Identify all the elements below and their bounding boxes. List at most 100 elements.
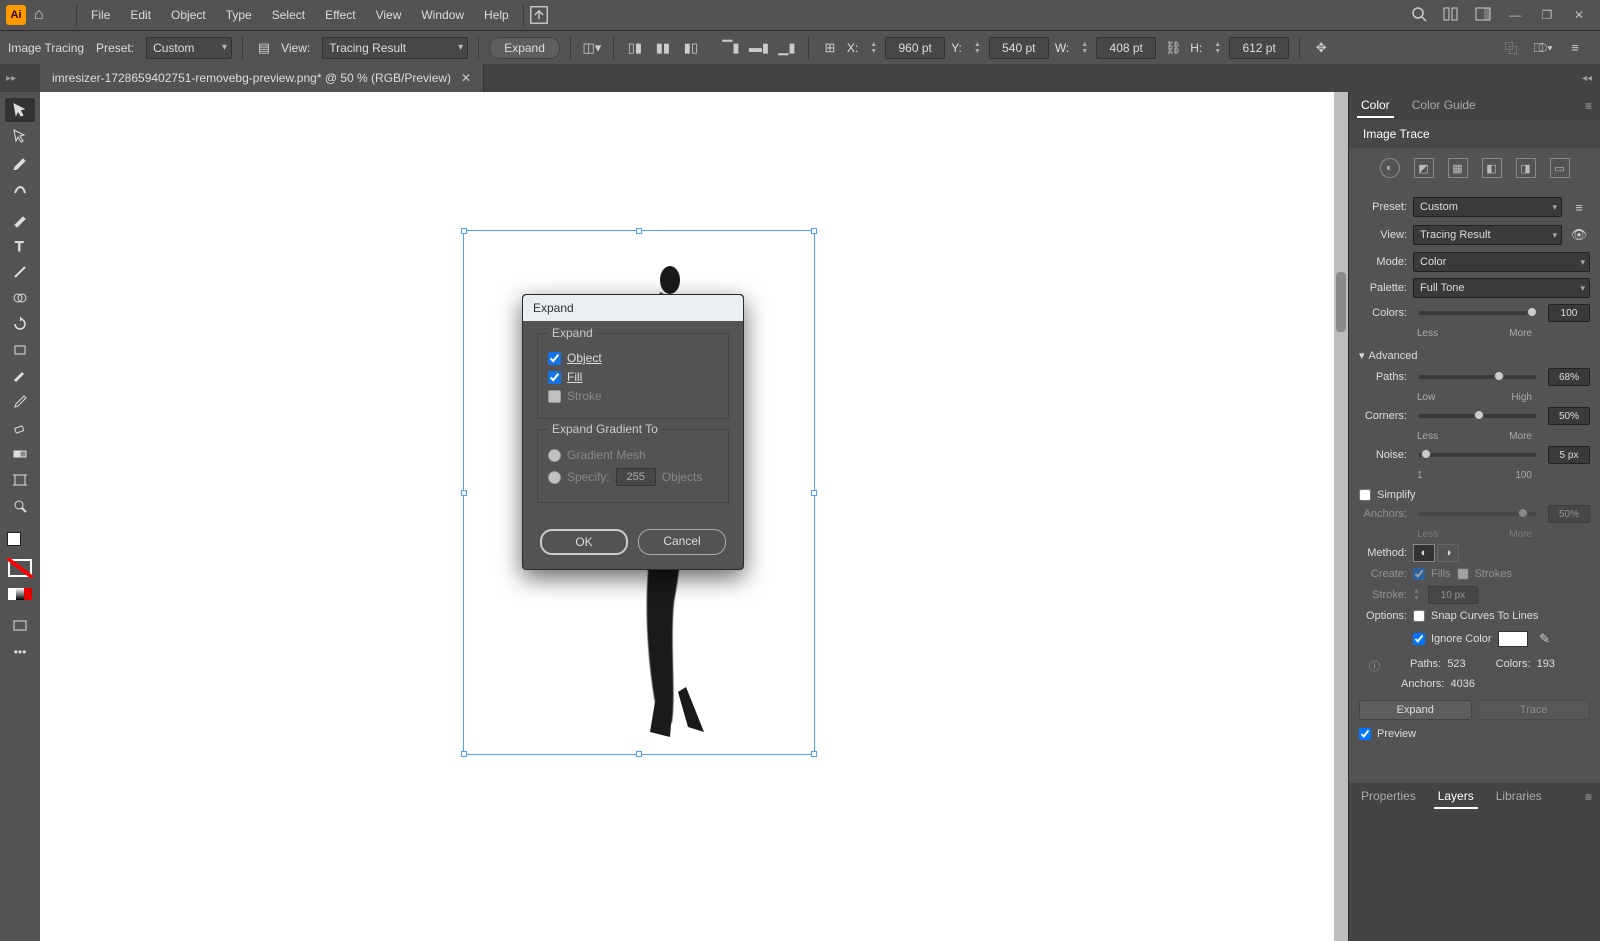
x-spinner[interactable]: ▲▼	[870, 41, 877, 55]
align-top-icon[interactable]: ▔▮	[720, 37, 742, 59]
menu-view[interactable]: View	[366, 0, 412, 30]
line-tool[interactable]	[5, 260, 35, 284]
it-paths-value[interactable]: 68%	[1548, 368, 1590, 386]
arrange-icon[interactable]	[1442, 6, 1460, 25]
rotate-tool[interactable]	[5, 312, 35, 336]
menu-help[interactable]: Help	[474, 0, 519, 30]
type-tool[interactable]: T	[5, 234, 35, 258]
simplify-checkbox[interactable]	[1359, 489, 1371, 501]
color-mode-swatch[interactable]	[5, 582, 35, 606]
it-colors-value[interactable]: 100	[1548, 304, 1590, 322]
align-middle-icon[interactable]: ▬▮	[748, 37, 770, 59]
preset-gray-icon[interactable]: ◧	[1482, 158, 1502, 178]
menu-edit[interactable]: Edit	[120, 0, 161, 30]
preset-bw-icon[interactable]: ◨	[1516, 158, 1536, 178]
x-input[interactable]: 960 pt	[885, 37, 945, 59]
it-corners-value[interactable]: 50%	[1548, 407, 1590, 425]
preview-checkbox[interactable]	[1359, 728, 1371, 740]
advanced-toggle[interactable]: ▾ Advanced	[1359, 349, 1590, 362]
menu-effect[interactable]: Effect	[315, 0, 365, 30]
it-noise-slider[interactable]	[1419, 453, 1536, 457]
search-icon[interactable]	[1410, 6, 1428, 25]
tab-color-guide[interactable]: Color Guide	[1408, 94, 1480, 118]
document-tab[interactable]: imresizer-1728659402751-removebg-preview…	[40, 64, 484, 92]
it-colors-slider[interactable]	[1419, 311, 1536, 315]
w-spinner[interactable]: ▲▼	[1081, 41, 1088, 55]
tab-properties[interactable]: Properties	[1357, 785, 1420, 809]
window-restore[interactable]: ❐	[1538, 8, 1556, 22]
share-icon[interactable]	[528, 4, 550, 26]
preset-auto-icon[interactable]: ◐	[1380, 158, 1400, 178]
expand-fill-checkbox[interactable]	[548, 371, 561, 384]
direct-selection-tool[interactable]	[5, 124, 35, 148]
vertical-scrollbar[interactable]	[1334, 92, 1348, 941]
menu-type[interactable]: Type	[216, 0, 262, 30]
rectangle-tool[interactable]	[5, 338, 35, 362]
it-preset-select[interactable]: Custom	[1413, 197, 1562, 217]
menu-file[interactable]: File	[81, 0, 120, 30]
y-spinner[interactable]: ▲▼	[974, 41, 981, 55]
trace-panel-toggle-icon[interactable]: ▤	[253, 37, 275, 59]
document-tab-close-icon[interactable]: ✕	[461, 71, 471, 85]
tab-image-trace[interactable]: Image Trace	[1359, 123, 1434, 145]
w-input[interactable]: 408 pt	[1096, 37, 1156, 59]
zoom-tool[interactable]	[5, 494, 35, 518]
align-center-icon[interactable]: ▮▮	[652, 37, 674, 59]
pen-tool[interactable]	[5, 150, 35, 174]
panel-expand-button[interactable]: Expand	[1359, 700, 1472, 720]
window-minimize[interactable]: —	[1506, 8, 1524, 22]
dialog-ok-button[interactable]: OK	[540, 529, 628, 555]
align-bottom-icon[interactable]: ▁▮	[776, 37, 798, 59]
edit-toolbar-icon[interactable]: •••	[5, 640, 35, 664]
workspace-icon[interactable]	[1474, 6, 1492, 25]
controlbar-menu-icon[interactable]: ≡	[1564, 37, 1586, 59]
eyedropper-tool[interactable]	[5, 390, 35, 414]
shape-builder-tool[interactable]	[5, 286, 35, 310]
menu-object[interactable]: Object	[161, 0, 216, 30]
it-mode-select[interactable]: Color	[1413, 252, 1590, 272]
method-overlap-icon[interactable]: ◑	[1437, 544, 1459, 562]
expand-button[interactable]: Expand	[489, 37, 560, 59]
ignore-color-swatch[interactable]	[1498, 631, 1528, 647]
ignore-color-eyedropper-icon[interactable]: ✎	[1534, 628, 1556, 650]
stroke-display[interactable]	[5, 556, 35, 580]
home-icon[interactable]: ⌂	[34, 6, 54, 24]
eraser-tool[interactable]	[5, 416, 35, 440]
expand-object-checkbox[interactable]	[548, 352, 561, 365]
h-spinner[interactable]: ▲▼	[1214, 41, 1221, 55]
menu-window[interactable]: Window	[411, 0, 474, 30]
gradient-tool[interactable]	[5, 442, 35, 466]
menu-select[interactable]: Select	[262, 0, 315, 30]
align-to-icon[interactable]: ⿻	[1500, 37, 1522, 59]
view-select[interactable]: Tracing Result	[322, 37, 468, 59]
dialog-cancel-button[interactable]: Cancel	[638, 529, 726, 555]
it-paths-slider[interactable]	[1419, 375, 1536, 379]
panels-collapse-icon[interactable]: ◂◂	[1582, 64, 1600, 92]
tab-color[interactable]: Color	[1357, 94, 1394, 118]
color-panel-menu-icon[interactable]: ≡	[1585, 99, 1592, 113]
align-left-icon[interactable]: ▯▮	[624, 37, 646, 59]
screen-mode-tool[interactable]	[5, 614, 35, 638]
snap-curves-checkbox[interactable]	[1413, 610, 1425, 622]
it-preset-menu-icon[interactable]: ≡	[1568, 196, 1590, 218]
isolate-icon[interactable]: ✥	[1310, 37, 1332, 59]
ignore-color-checkbox[interactable]	[1413, 633, 1425, 645]
fill-stroke-control[interactable]	[5, 530, 35, 554]
it-noise-value[interactable]: 5 px	[1548, 446, 1590, 464]
it-corners-slider[interactable]	[1419, 414, 1536, 418]
bottom-panel-menu-icon[interactable]: ≡	[1585, 790, 1592, 804]
preset-select[interactable]: Custom	[146, 37, 232, 59]
align-right-icon[interactable]: ▮▯	[680, 37, 702, 59]
tab-libraries[interactable]: Libraries	[1492, 785, 1546, 809]
distribute-icon[interactable]: ⎄▾	[1532, 37, 1554, 59]
transform-icon[interactable]: ◫▾	[581, 37, 603, 59]
y-input[interactable]: 540 pt	[989, 37, 1049, 59]
curvature-tool[interactable]	[5, 176, 35, 200]
preset-outline-icon[interactable]: ▭	[1550, 158, 1570, 178]
brush-tool[interactable]	[5, 208, 35, 232]
h-input[interactable]: 612 pt	[1229, 37, 1289, 59]
selection-tool[interactable]	[5, 98, 35, 122]
reference-point-icon[interactable]: ⊞	[819, 37, 841, 59]
width-tool[interactable]	[5, 364, 35, 388]
toolbar-collapse-icon[interactable]: ▸▸	[0, 64, 40, 92]
